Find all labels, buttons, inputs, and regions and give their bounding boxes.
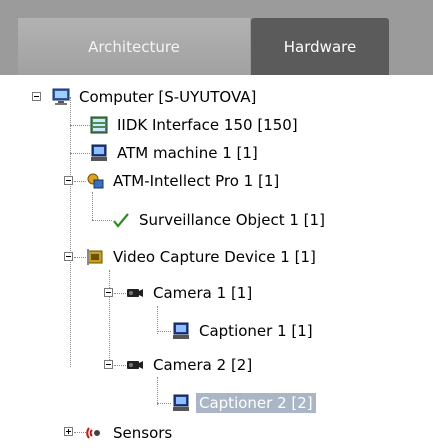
tab-hardware-label: Hardware [283, 37, 357, 56]
collapse-toggle-camera1[interactable] [104, 288, 113, 297]
tree-node-camera1[interactable]: Camera 1 [1] [126, 279, 255, 307]
tab-hardware[interactable]: Hardware [251, 18, 389, 75]
tree-node-atm-machine[interactable]: ATM machine 1 [1] [90, 139, 261, 167]
tree-connector [70, 153, 90, 154]
tree-connector [74, 432, 86, 433]
atm-machine-icon [90, 144, 108, 162]
tree-node-atm-intellect[interactable]: ATM-Intellect Pro 1 [1] [86, 167, 282, 195]
tab-architecture[interactable]: Architecture [18, 18, 250, 75]
tree-node-sensors[interactable]: Sensors [86, 419, 175, 447]
expand-toggle-sensors[interactable] [64, 427, 73, 436]
tree-connector [74, 257, 86, 258]
tree-node-surveillance-object[interactable]: Surveillance Object 1 [1] [112, 206, 328, 234]
tree-node-label: ATM machine 1 [1] [117, 144, 258, 162]
tree-connector [157, 331, 171, 332]
camera-icon [126, 356, 144, 374]
tree-node-computer[interactable]: Computer [S-UYUTOVA] [52, 83, 259, 111]
interface-module-icon [90, 116, 108, 134]
tree-node-label: Video Capture Device 1 [1] [113, 248, 316, 266]
tree-node-label: ATM-Intellect Pro 1 [1] [113, 172, 280, 190]
tree-node-label: Camera 1 [1] [153, 284, 253, 302]
tree-node-iidk-interface[interactable]: IIDK Interface 150 [150] [90, 111, 301, 139]
tree-node-label: Surveillance Object 1 [1] [139, 211, 325, 229]
atm-intellect-icon [86, 172, 104, 190]
tree-connector [70, 97, 71, 367]
tree-node-video-capture-device[interactable]: Video Capture Device 1 [1] [86, 243, 319, 271]
tree-connector [70, 125, 90, 126]
collapse-toggle-camera2[interactable] [104, 360, 113, 369]
tree-node-label: Camera 2 [2] [153, 356, 253, 374]
tree-node-camera2[interactable]: Camera 2 [2] [126, 351, 255, 379]
collapse-toggle-atm-intellect[interactable] [64, 176, 73, 185]
tree-node-label: Computer [S-UYUTOVA] [79, 88, 257, 106]
tree-connector [92, 220, 112, 221]
computer-monitor-icon [52, 88, 70, 106]
hardware-tree-panel: Computer [S-UYUTOVA] IIDK Interface 150 … [0, 75, 433, 448]
sensor-signal-icon [86, 424, 104, 442]
tree-node-label: Captioner 2 [2] [196, 393, 316, 413]
tree-node-captioner2[interactable]: Captioner 2 [2] [172, 389, 316, 417]
collapse-toggle-video-capture[interactable] [64, 252, 73, 261]
hardware-tree: Computer [S-UYUTOVA] IIDK Interface 150 … [0, 75, 433, 448]
tab-architecture-label: Architecture [88, 37, 180, 56]
tree-node-label: IIDK Interface 150 [150] [117, 116, 298, 134]
tree-connector [109, 270, 110, 366]
tab-bar: Architecture Hardware [0, 0, 433, 75]
tree-connector [114, 365, 126, 366]
captioner-monitor-icon [172, 322, 190, 340]
collapse-toggle-computer[interactable] [32, 92, 41, 101]
tree-connector [92, 192, 93, 220]
tree-connector [157, 306, 158, 334]
tree-node-label: Sensors [113, 424, 173, 442]
tree-node-label: Captioner 1 [1] [199, 322, 313, 340]
video-capture-board-icon [86, 248, 104, 266]
tree-connector [114, 293, 126, 294]
captioner-monitor-icon [172, 394, 190, 412]
tree-connector [157, 377, 158, 405]
camera-icon [126, 284, 144, 302]
tree-connector [157, 403, 171, 404]
checkmark-icon [112, 211, 130, 229]
tree-connector [74, 181, 86, 182]
tree-node-captioner1[interactable]: Captioner 1 [1] [172, 317, 316, 345]
